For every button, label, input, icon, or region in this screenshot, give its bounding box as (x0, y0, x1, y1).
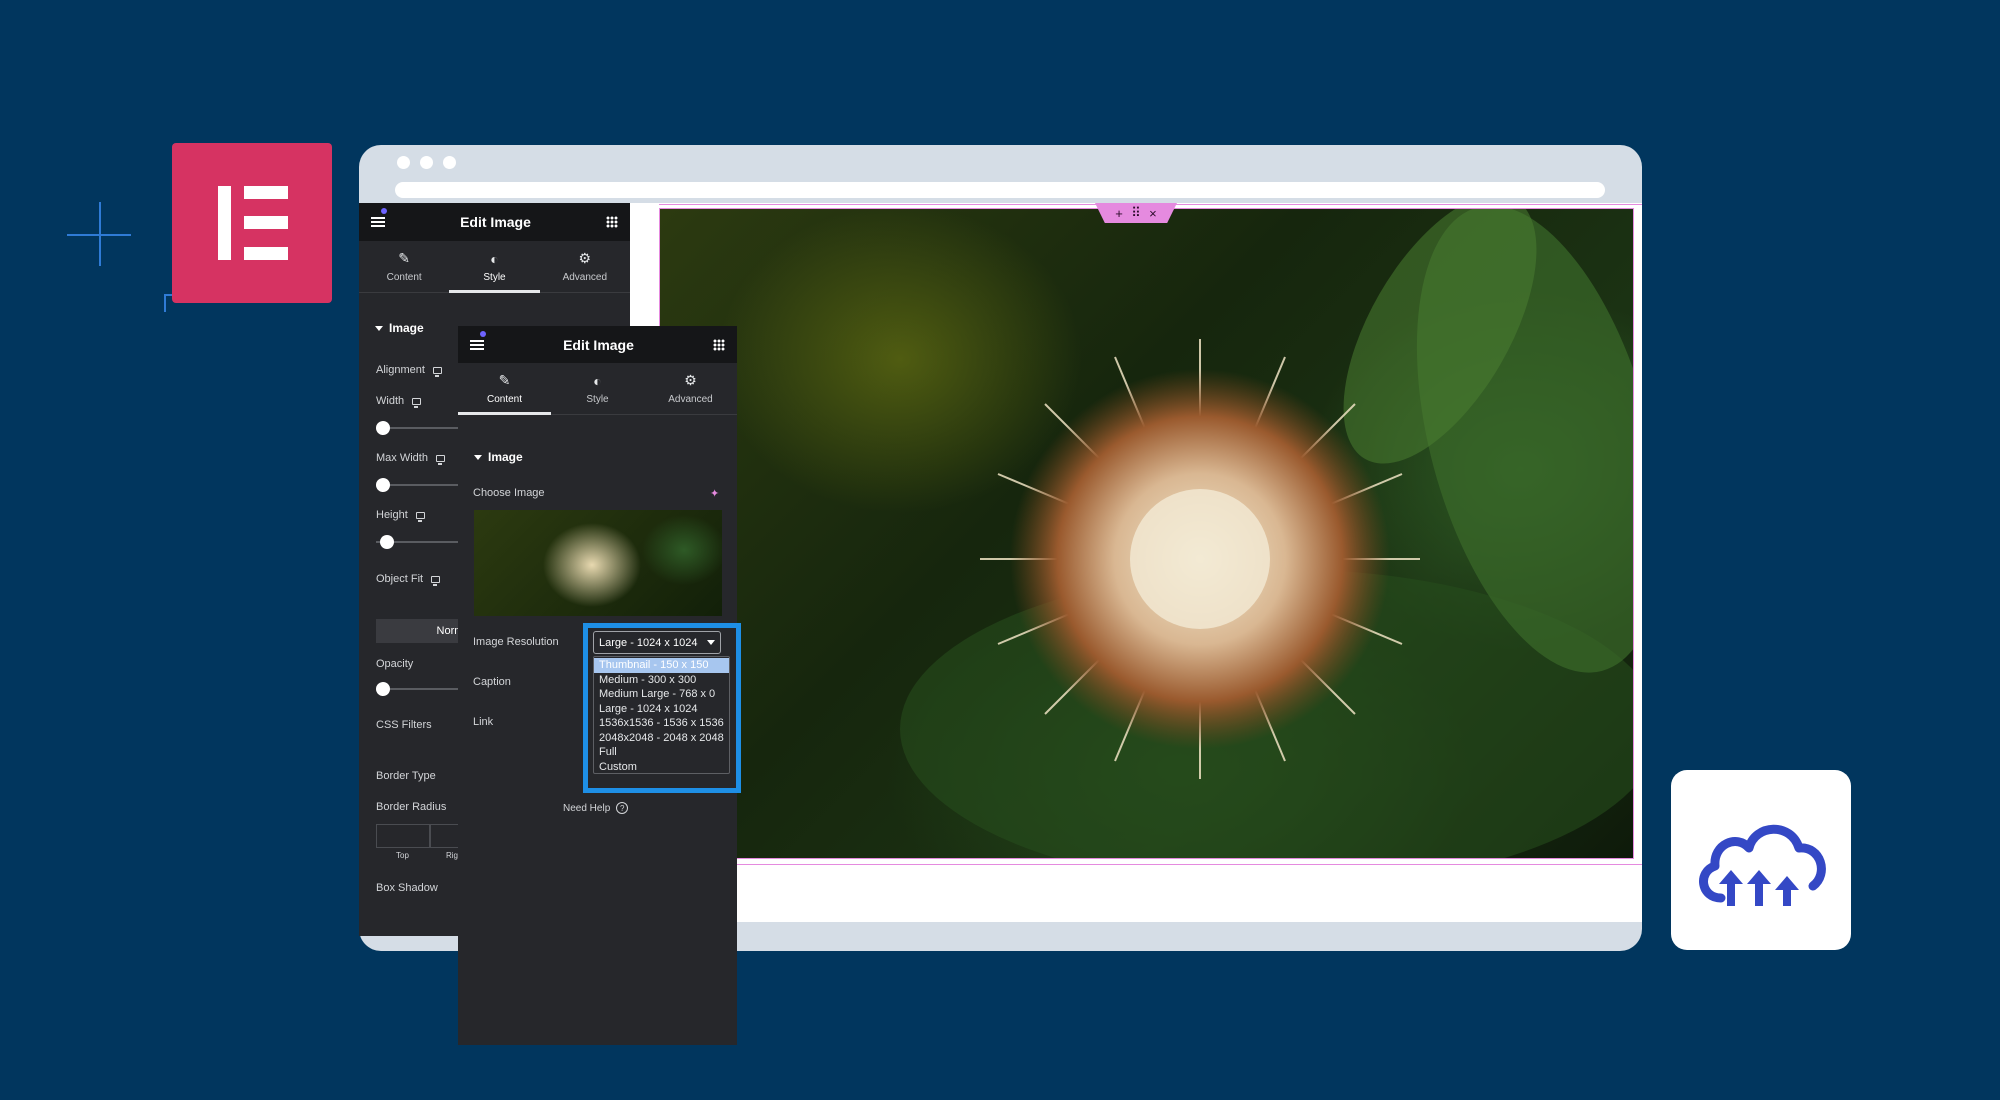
tab-style[interactable]: ◐ Style (449, 241, 540, 293)
panel-tabs: ✎ Content ◐ Style ⚙ Advanced (359, 241, 630, 293)
link-label: Link (473, 716, 494, 728)
panel-header: Edit Image (359, 203, 630, 241)
widgets-grid-icon[interactable] (605, 216, 618, 228)
box-shadow-label[interactable]: Box Shadow (376, 882, 438, 894)
choose-image-label: Choose Image (473, 487, 545, 499)
tab-content[interactable]: ✎ Content (458, 363, 551, 415)
tab-advanced[interactable]: ⚙ Advanced (540, 241, 630, 292)
tab-label: Advanced (668, 394, 713, 405)
height-label: Height (376, 509, 425, 522)
desktop-icon[interactable] (415, 511, 425, 522)
hamburger-menu-icon[interactable] (371, 217, 385, 227)
ai-sparkle-icon[interactable]: ✦ (710, 487, 719, 500)
gear-icon: ⚙ (578, 250, 592, 266)
desktop-icon[interactable] (435, 454, 445, 465)
tab-content[interactable]: ✎ Content (359, 241, 449, 292)
window-dot (420, 156, 433, 169)
tab-label: Style (586, 393, 609, 405)
drag-handle-icon[interactable]: ⠿ (1131, 205, 1141, 221)
address-bar[interactable] (395, 182, 1605, 198)
panel-title: Edit Image (460, 214, 531, 230)
tab-label: Content (486, 394, 523, 405)
panel-tabs: ✎ Content ◐ Style ⚙ Advanced (458, 363, 737, 415)
elementor-logo (172, 143, 332, 303)
right-sublabel: Rig (446, 851, 459, 860)
section-image-toggle[interactable]: Image (375, 321, 424, 335)
border-radius-label: Border Radius (376, 801, 447, 813)
slider-knob[interactable] (376, 478, 390, 492)
slider-knob[interactable] (380, 535, 394, 549)
tab-label: Style (483, 271, 506, 283)
border-type-label: Border Type (376, 770, 436, 782)
help-circle-icon: ? (616, 802, 629, 814)
width-label: Width (376, 395, 422, 408)
slider-knob[interactable] (376, 682, 390, 696)
gear-icon: ⚙ (684, 372, 697, 388)
pencil-icon: ✎ (398, 250, 411, 266)
panel-header: Edit Image (458, 326, 737, 363)
tab-label: Content (386, 272, 422, 283)
hamburger-menu-icon[interactable] (470, 339, 484, 350)
object-fit-label: Object Fit (376, 573, 441, 586)
notification-dot (381, 208, 387, 214)
border-radius-top-input[interactable] (376, 824, 430, 848)
desktop-icon[interactable] (432, 366, 442, 377)
section-title: Image (389, 321, 424, 335)
notification-dot (480, 331, 486, 337)
slider-knob[interactable] (376, 421, 390, 435)
tab-style[interactable]: ◐ Style (551, 363, 644, 414)
contrast-icon: ◐ (490, 250, 499, 267)
section-title: Image (488, 450, 523, 464)
flower-image-widget[interactable] (659, 208, 1634, 859)
window-dot (397, 156, 410, 169)
decorative-crosshair-vertical (99, 202, 101, 266)
image-preview-thumbnail[interactable] (474, 510, 722, 616)
opacity-label: Opacity (376, 658, 414, 670)
top-sublabel: Top (396, 851, 409, 860)
cloudinary-logo (1671, 770, 1851, 950)
tab-advanced[interactable]: ⚙ Advanced (644, 363, 737, 414)
need-help-link[interactable]: Need Help? (563, 802, 629, 814)
pencil-icon: ✎ (498, 372, 511, 388)
section-image-toggle[interactable]: Image (474, 450, 523, 464)
desktop-icon[interactable] (431, 575, 441, 586)
css-filters-label[interactable]: CSS Filters (376, 719, 432, 731)
cloud-upload-icon (1699, 824, 1826, 906)
alignment-label: Alignment (376, 364, 442, 377)
desktop-icon[interactable] (412, 397, 422, 408)
widgets-grid-icon[interactable] (712, 338, 725, 351)
image-resolution-label: Image Resolution (473, 636, 559, 648)
flower-illustration (900, 209, 1633, 858)
window-dot (443, 156, 456, 169)
close-section-icon[interactable]: × (1149, 206, 1157, 221)
section-outline-bottom (659, 864, 1642, 865)
section-handle[interactable]: + ⠿ × (1095, 203, 1177, 223)
tab-label: Advanced (562, 272, 608, 283)
panel-title: Edit Image (563, 336, 634, 353)
contrast-icon: ◐ (593, 372, 602, 389)
add-section-icon[interactable]: + (1115, 206, 1123, 221)
max-width-label: Max Width (376, 452, 445, 465)
caption-label: Caption (473, 676, 511, 688)
highlight-frame (583, 623, 741, 793)
